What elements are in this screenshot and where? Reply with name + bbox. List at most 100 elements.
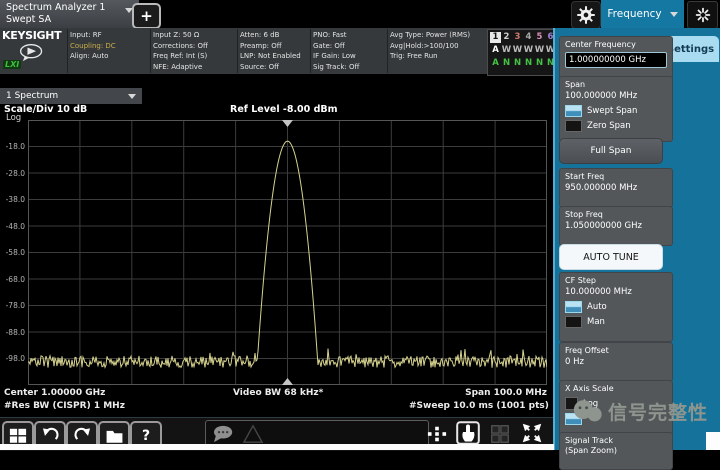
- span-value: 100.000000 MHz: [565, 91, 638, 101]
- swept-span-option[interactable]: Swept Span: [565, 105, 667, 117]
- center-frequency-value[interactable]: 1.000000000 GHz: [565, 52, 667, 68]
- signal-track-label: Signal Track: [565, 436, 614, 445]
- cf-step-auto-option[interactable]: Auto: [565, 301, 667, 313]
- divider: [67, 29, 68, 73]
- center-frequency-label: Center Frequency: [565, 40, 636, 49]
- y-axis-tick-label: -38.0: [5, 195, 25, 204]
- spectrum-plot-area[interactable]: [27, 119, 548, 386]
- status-line: NFE: Adaptive: [153, 62, 203, 71]
- y-axis-tick-label: -78.0: [5, 301, 25, 310]
- radio-unselected-indicator: [565, 316, 582, 328]
- divider: [310, 29, 311, 73]
- sweep-annotation[interactable]: #Sweep 10.0 ms (1001 pts): [409, 401, 549, 411]
- start-freq-control[interactable]: Start Freq 950.000000 MHz: [559, 168, 673, 208]
- status-line: Gate: Off: [313, 41, 345, 50]
- status-line: Trig: Free Run: [390, 52, 438, 60]
- y-axis-tick-label: -88.0: [5, 328, 25, 337]
- full-span-button[interactable]: Full Span: [559, 138, 663, 164]
- menu-mode-dropdown[interactable]: Frequency: [601, 0, 684, 28]
- swept-span-label: Swept Span: [587, 106, 638, 116]
- res-bw-annotation[interactable]: #Res BW (CISPR) 1 MHz: [4, 401, 125, 411]
- top-bar: Spectrum Analyzer 1 Swept SA + Frequency: [0, 0, 720, 32]
- trace-cell: N: [513, 58, 522, 68]
- frequency-menu-panel: Settings Center Frequency 1.000000000 GH…: [553, 28, 720, 470]
- signal-track-sublabel: (Span Zoom): [565, 446, 617, 455]
- touch-mode-button[interactable]: [453, 420, 483, 446]
- trace-cell: W: [512, 45, 523, 55]
- trace-cell: N: [502, 58, 511, 68]
- alert-triangle-icon: [242, 424, 264, 443]
- cf-step-man-label: Man: [587, 317, 605, 327]
- trace-cell: 2: [503, 32, 510, 42]
- menu-mode-label: Frequency: [607, 8, 662, 20]
- fullscreen-button[interactable]: [516, 420, 548, 446]
- spinner-icon: [695, 7, 710, 23]
- zero-span-option[interactable]: Zero Span: [565, 120, 667, 132]
- zero-span-label: Zero Span: [587, 121, 631, 131]
- x-axis-scale-label: X Axis Scale: [565, 384, 614, 393]
- page-background-corner: [706, 432, 720, 450]
- divider: [150, 29, 151, 73]
- stop-freq-value: 1.050000000 GHz: [565, 221, 642, 231]
- cf-step-control[interactable]: CF Step 10.000000 MHz Auto Man: [559, 272, 673, 342]
- wechat-icon: [573, 400, 602, 422]
- window-selector-label: 1 Spectrum: [6, 91, 59, 101]
- auto-tune-button[interactable]: AUTO TUNE: [559, 244, 663, 270]
- trace-status-table[interactable]: 1 2 3 4 5 6 A W W W W W A N N N N N: [487, 29, 559, 76]
- freq-offset-value: 0 Hz: [565, 357, 584, 367]
- trace-cell: 4: [525, 32, 532, 42]
- page-background-strip: [0, 444, 554, 450]
- y-axis-tick-label: -68.0: [5, 275, 25, 284]
- status-column-impedance: Input Z: 50 Ω Corrections: Off Freq Ref:…: [153, 30, 208, 72]
- status-line: Input: RF: [70, 31, 102, 39]
- lxi-status-badge: LXI: [3, 60, 22, 69]
- trace-cell: N: [524, 58, 533, 68]
- add-tab-button[interactable]: +: [132, 3, 161, 29]
- status-line: Corrections: Off: [153, 41, 208, 50]
- span-annotation[interactable]: Span 100.0 MHz: [439, 388, 547, 398]
- status-line: Align: Auto: [70, 52, 109, 60]
- video-bw-annotation[interactable]: Video BW 68 kHz*: [233, 388, 323, 398]
- y-axis-tick-label: -48.0: [5, 222, 25, 231]
- node-layout-button[interactable]: [424, 422, 450, 445]
- redo-icon: [74, 427, 90, 440]
- start-freq-label: Start Freq: [565, 172, 605, 181]
- cf-step-value: 10.000000 MHz: [565, 287, 632, 297]
- status-line: PNO: Fast: [313, 31, 347, 39]
- status-line: IF Gain: Low: [313, 52, 356, 60]
- cf-step-auto-label: Auto: [587, 302, 607, 312]
- radio-unselected-indicator: [565, 120, 582, 132]
- signal-track-control[interactable]: Signal Track (Span Zoom): [559, 432, 673, 470]
- window-selector-tab[interactable]: 1 Spectrum: [0, 88, 142, 104]
- question-mark-icon: ?: [141, 427, 151, 444]
- touch-pointer-icon: [456, 421, 480, 445]
- folder-icon: [106, 430, 122, 443]
- span-label: Span: [565, 80, 586, 89]
- center-freq-marker-top-icon: [282, 120, 293, 127]
- y-axis-tick-label: -28.0: [5, 169, 25, 178]
- chevron-down-icon: [669, 11, 678, 17]
- status-line: Atten: 6 dB: [240, 31, 280, 39]
- window-grid-button[interactable]: [487, 422, 512, 445]
- center-frequency-control[interactable]: Center Frequency 1.000000000 GHz: [559, 36, 673, 80]
- watermark: 信号完整性: [572, 398, 708, 425]
- y-axis-tick-label: -18.0: [5, 142, 25, 151]
- stop-freq-control[interactable]: Stop Freq 1.050000000 GHz: [559, 206, 673, 246]
- stop-freq-label: Stop Freq: [565, 210, 603, 219]
- full-span-label: Full Span: [590, 146, 632, 156]
- cf-step-man-option[interactable]: Man: [565, 316, 667, 328]
- ref-level-annotation[interactable]: Ref Level -8.00 dBm: [230, 104, 338, 115]
- chevron-down-icon: [128, 93, 136, 99]
- divider: [237, 29, 238, 73]
- app-subtitle: Swept SA: [6, 14, 52, 25]
- busy-indicator: [687, 1, 718, 29]
- status-header: KEYSIGHT LXI Input: RF Coupling: DC Alig…: [0, 28, 559, 76]
- trace-cell: N: [535, 58, 544, 68]
- amplitude-scale-label: Log: [6, 113, 22, 123]
- trace-cell: W: [534, 45, 545, 55]
- span-control[interactable]: Span 100.000000 MHz Swept Span Zero Span: [559, 76, 673, 142]
- freq-offset-control[interactable]: Freq Offset 0 Hz: [559, 342, 673, 382]
- system-settings-button[interactable]: [571, 1, 601, 29]
- center-freq-annotation[interactable]: Center 1.00000 GHz: [4, 388, 105, 398]
- status-column-input: Input: RF Coupling: DC Align: Auto: [70, 30, 116, 62]
